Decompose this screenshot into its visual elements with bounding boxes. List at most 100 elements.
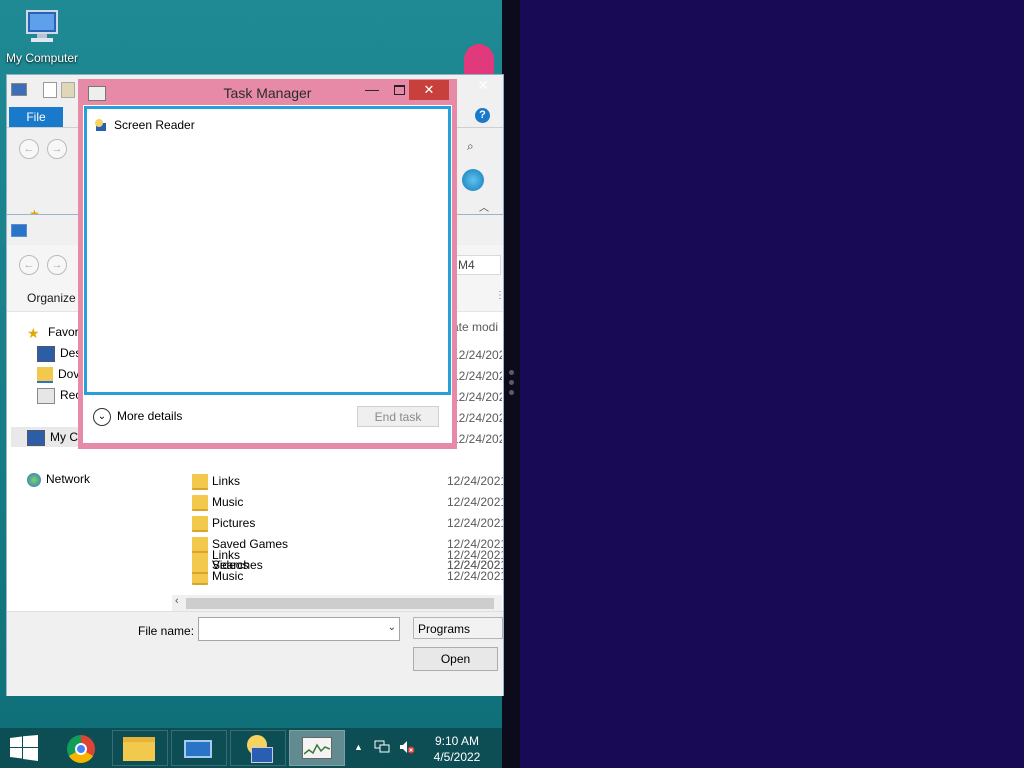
nav-item-label: Favor [48, 325, 79, 339]
nav-item-label: Dov [58, 367, 80, 381]
decorative-flower [464, 44, 494, 76]
system-clock[interactable]: 9:10 AM 4/5/2022 [424, 733, 490, 765]
nav-item-favorites[interactable]: ★ Favor [27, 322, 79, 342]
horizontal-scrollbar[interactable]: ‹ [172, 595, 502, 611]
nav-item-desktop[interactable]: Des [37, 343, 81, 363]
performance-graph-icon [304, 743, 330, 755]
more-details-label: More details [117, 409, 183, 423]
minimize-button[interactable]: — [358, 80, 386, 100]
new-folder-icon[interactable] [61, 82, 75, 98]
nav-item-recent[interactable]: Rec [37, 385, 81, 405]
file-name: Links [212, 474, 241, 488]
app-list[interactable]: Screen Reader [84, 106, 451, 395]
maximize-icon [393, 85, 405, 95]
desktop-icon [37, 345, 55, 362]
dialog-icon [11, 224, 27, 237]
nav-item-network[interactable]: Network [27, 469, 90, 489]
taskbar-screen-reader[interactable] [230, 730, 286, 766]
dialog-bottom-area: File name: ⌄ Programs Open [7, 611, 503, 696]
snap-divider[interactable] [502, 0, 520, 768]
list-item[interactable]: Screen Reader [93, 117, 195, 133]
file-tab[interactable]: File [9, 107, 63, 127]
folder-icon [192, 474, 208, 490]
back-icon[interactable]: ← [19, 139, 39, 159]
downloads-icon [37, 366, 53, 383]
chrome-icon-center [75, 743, 87, 755]
screen-reader-icon [93, 119, 108, 132]
clock-time: 9:10 AM [434, 734, 480, 748]
file-list-last: Videos 12/24/2021 [182, 555, 503, 577]
start-button[interactable] [6, 734, 42, 762]
close-icon[interactable]: ✕ [477, 77, 489, 94]
table-row[interactable]: Pictures 12/24/2021 [182, 513, 503, 533]
star-icon: ★ [27, 324, 40, 341]
address-bar[interactable]: M4 [452, 255, 501, 275]
table-row[interactable]: Music 12/24/2021 [182, 492, 503, 512]
nav-item-downloads[interactable]: Dov [37, 364, 79, 384]
taskbar-file-explorer[interactable] [112, 730, 168, 766]
nav-item-label: My C [50, 430, 78, 444]
forward-icon[interactable]: → [47, 139, 67, 159]
task-manager-window[interactable]: Task Manager — ✕ Screen Reader ⌄ More det… [78, 79, 457, 449]
scroll-up-icon[interactable]: ︿ [479, 199, 489, 214]
close-button[interactable]: ✕ [409, 80, 449, 100]
open-button[interactable]: Open [413, 647, 498, 671]
taskbar: ▲ 9:10 AM 4/5/2022 [0, 728, 502, 768]
scrollbar-thumb[interactable] [186, 598, 494, 609]
app-icon [462, 169, 484, 191]
more-details-button[interactable]: ⌄ More details [93, 407, 182, 426]
scroll-left-icon[interactable]: ‹ [175, 595, 179, 607]
task-manager-body: Screen Reader ⌄ More details End task [83, 105, 452, 443]
file-name: Saved Games [212, 537, 289, 551]
taskbar-chrome[interactable] [54, 730, 110, 766]
computer-icon [21, 8, 63, 48]
chevron-down-icon[interactable]: ⌄ [388, 622, 396, 633]
file-name: Music [212, 495, 244, 509]
file-name: Pictures [212, 516, 256, 530]
taskbar-task-manager[interactable] [289, 730, 345, 766]
view-options-icon[interactable]: ⋮ [495, 290, 505, 301]
table-row[interactable]: Videos 12/24/2021 [182, 555, 503, 575]
nav-item-label: Network [46, 472, 91, 486]
file-name: Videos [212, 558, 249, 572]
file-name-label: File name: [138, 624, 195, 638]
table-row[interactable]: Saved Games 12/24/2021 [182, 534, 503, 554]
network-tray-icon[interactable] [374, 740, 390, 754]
app-name: Screen Reader [114, 118, 195, 132]
taskbar-dialog-window[interactable] [171, 730, 227, 766]
windows-logo-icon [10, 735, 38, 761]
forward-icon[interactable]: → [47, 255, 67, 275]
chevron-down-icon: ⌄ [93, 407, 111, 426]
folder-icon [192, 537, 208, 553]
screen-reader-monitor-icon [251, 747, 273, 763]
volume-muted-icon[interactable] [399, 740, 415, 754]
show-hidden-icons-icon[interactable]: ▲ [354, 742, 363, 752]
date-cell: 12/24/2021 [447, 537, 503, 551]
folder-icon [192, 495, 208, 511]
end-task-button[interactable]: End task [357, 406, 439, 427]
explorer-quick-access-toolbar [9, 81, 79, 98]
divider-grip [509, 390, 514, 395]
start-screen-background [520, 0, 1024, 768]
folder-icon [192, 516, 208, 532]
date-cell: 12/24/2021 [447, 558, 503, 572]
desktop-icon-my-computer[interactable]: My Computer [2, 8, 82, 65]
date-cell: 12/24/2021 [447, 495, 503, 509]
divider-grip [509, 370, 514, 375]
folder-icon [123, 737, 155, 761]
back-icon[interactable]: ← [19, 255, 39, 275]
clock-date: 4/5/2022 [433, 750, 481, 764]
date-cell: 12/24/2021 [447, 474, 503, 488]
computer-icon [27, 429, 45, 446]
date-cell: 12/24/2021 [447, 516, 503, 530]
properties-icon[interactable] [43, 82, 57, 98]
table-row[interactable]: Links 12/24/2021 [182, 471, 503, 491]
organize-button[interactable]: Organize [27, 291, 76, 305]
help-icon[interactable]: ? [475, 108, 490, 123]
file-name-input[interactable]: ⌄ [198, 617, 400, 641]
file-type-select[interactable]: Programs [413, 617, 503, 639]
recent-icon [37, 387, 55, 404]
task-manager-titlebar[interactable]: Task Manager — ✕ [78, 79, 457, 105]
network-icon [27, 472, 41, 487]
search-icon[interactable]: ⌕ [467, 139, 474, 154]
